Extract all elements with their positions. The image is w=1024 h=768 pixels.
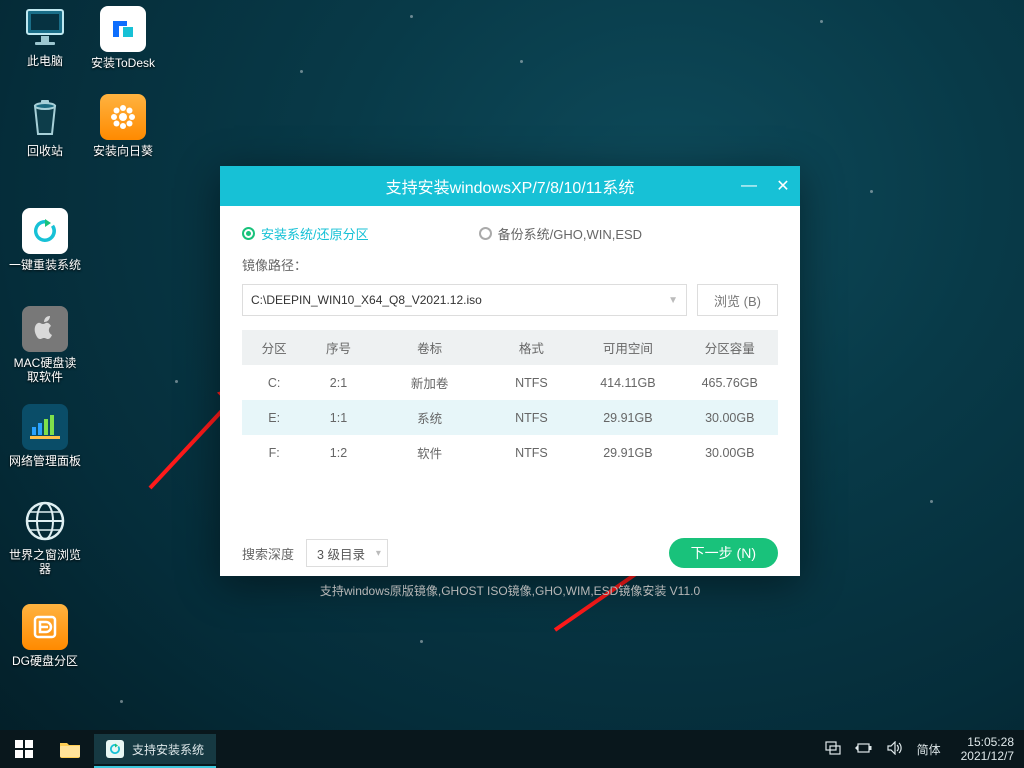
- desktop-icon-network-panel[interactable]: 网络管理面板: [8, 404, 82, 468]
- window-titlebar[interactable]: 支持安装windowsXP/7/8/10/11系统 — ✕: [220, 166, 800, 206]
- desktop-icon-reinstall[interactable]: 一键重装系统: [8, 208, 82, 272]
- col-partition: 分区: [242, 330, 306, 365]
- desktop-icon-browser[interactable]: 世界之窗浏览器: [8, 498, 82, 576]
- image-path-value: C:\DEEPIN_WIN10_X64_Q8_V2021.12.iso: [251, 293, 482, 307]
- start-button[interactable]: [0, 730, 48, 768]
- table-row[interactable]: C:2:1新加卷NTFS414.11GB465.76GB: [242, 365, 778, 400]
- task-icon: [106, 740, 124, 758]
- tray-date: 2021/12/7: [961, 749, 1014, 763]
- image-path-label: 镜像路径：: [242, 255, 778, 274]
- mode-install[interactable]: 安装系统/还原分区: [242, 224, 369, 243]
- desktop-icon-mac-disk[interactable]: MAC硬盘读取软件: [8, 306, 82, 384]
- tray-ime[interactable]: 简体: [917, 741, 941, 758]
- desktop-icon-todesk[interactable]: 安装ToDesk: [86, 6, 160, 70]
- mode-backup[interactable]: 备份系统/GHO,WIN,ESD: [479, 224, 642, 243]
- taskbar-task-installer[interactable]: 支持安装系统: [94, 734, 216, 764]
- search-depth-select[interactable]: 3 级目录: [306, 539, 388, 567]
- close-button[interactable]: ✕: [766, 166, 800, 206]
- windows-icon: [15, 740, 33, 758]
- window-title: 支持安装windowsXP/7/8/10/11系统: [386, 174, 635, 198]
- desktop-icon-this-pc[interactable]: 此电脑: [8, 6, 82, 68]
- desktop-icon-dg-partition[interactable]: DG硬盘分区: [8, 604, 82, 668]
- col-total: 分区容量: [681, 330, 778, 365]
- table-row[interactable]: F:1:2软件NTFS29.91GB30.00GB: [242, 435, 778, 470]
- desktop-icon-sunflower[interactable]: 安装向日葵: [86, 94, 160, 158]
- desktop: 此电脑 回收站 一键重装系统 MAC硬盘读取软件 网络管理面板: [0, 0, 1024, 768]
- browse-button[interactable]: 浏览 (B): [697, 284, 778, 316]
- col-free: 可用空间: [574, 330, 681, 365]
- footer-hint: 支持windows原版镜像,GHOST ISO镜像,GHO,WIM,ESD镜像安…: [242, 582, 778, 599]
- installer-window: 支持安装windowsXP/7/8/10/11系统 — ✕ 安装系统/还原分区 …: [220, 166, 800, 576]
- partition-table: 分区 序号 卷标 格式 可用空间 分区容量 C:2:1新加卷NTFS414.11…: [242, 330, 778, 470]
- col-index: 序号: [306, 330, 370, 365]
- tray-clock[interactable]: 15:05:28 2021/12/7: [955, 735, 1014, 763]
- table-row-selected[interactable]: E:1:1系统NTFS29.91GB30.00GB: [242, 400, 778, 435]
- tray-battery-icon[interactable]: [855, 742, 873, 757]
- taskbar-explorer-icon[interactable]: [48, 730, 92, 768]
- search-depth-label: 搜索深度: [242, 544, 294, 563]
- tray-network-icon[interactable]: [825, 741, 841, 758]
- minimize-button[interactable]: —: [732, 166, 766, 206]
- col-label: 卷标: [371, 330, 489, 365]
- desktop-icon-recycle-bin[interactable]: 回收站: [8, 94, 82, 158]
- col-fs: 格式: [489, 330, 575, 365]
- taskbar: 支持安装系统 简体 15:05:28 2021/12/7: [0, 730, 1024, 768]
- tray-volume-icon[interactable]: [887, 741, 903, 758]
- task-label: 支持安装系统: [132, 741, 204, 758]
- system-tray: 简体 15:05:28 2021/12/7: [825, 735, 1024, 763]
- radio-off-icon: [479, 227, 492, 240]
- tray-time: 15:05:28: [961, 735, 1014, 749]
- radio-on-icon: [242, 227, 255, 240]
- chevron-down-icon: ▼: [668, 295, 678, 306]
- next-button[interactable]: 下一步 (N): [669, 538, 778, 568]
- image-path-combo[interactable]: C:\DEEPIN_WIN10_X64_Q8_V2021.12.iso ▼: [242, 284, 687, 316]
